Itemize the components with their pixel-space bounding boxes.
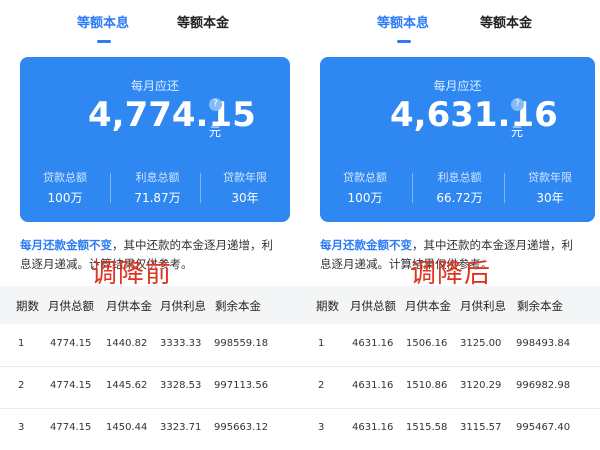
stat-loan-total: 贷款总额 100万 [325, 169, 405, 209]
panel-before: 等额本息 等额本金 每月应还 4,774.15 ? 元 贷款总额 100万 利息… [0, 0, 300, 450]
table-row: 3 4631.16 1515.58 3115.57 995467.40 [300, 408, 600, 450]
notice-highlight: 每月还款金额不变 [320, 238, 412, 252]
cell-total: 4631.16 [352, 338, 394, 349]
stat-value: 30年 [231, 191, 259, 205]
cell-total: 4774.15 [50, 422, 92, 433]
overlay-label-before: 调降前 [91, 259, 173, 289]
table-header: 期数 月供总额 月供本金 月供利息 剩余本金 [300, 286, 600, 324]
cell-principal: 1515.58 [406, 422, 448, 433]
stat-divider [110, 173, 111, 203]
monthly-payment-card: 每月应还 4,631.16 ? 元 贷款总额 100万 利息总额 66.72万 … [320, 57, 595, 222]
monthly-payment-label: 每月应还 [433, 79, 482, 93]
stat-label: 贷款总额 [343, 171, 387, 184]
currency-unit: 元 [209, 125, 222, 139]
stat-divider [200, 173, 201, 203]
col-payment-principal: 月供本金 [106, 299, 152, 313]
notice-highlight: 每月还款金额不变 [20, 238, 112, 252]
cell-interest: 3328.53 [160, 380, 202, 391]
cell-interest: 3333.33 [160, 338, 202, 349]
repayment-tabs: 等额本息 等额本金 [0, 0, 300, 48]
overlay-label-after: 调降后 [410, 259, 492, 289]
table-row: 3 4774.15 1450.44 3323.71 995663.12 [0, 408, 300, 450]
col-payment-total: 月供总额 [350, 299, 396, 313]
stat-value: 71.87万 [134, 191, 181, 205]
cell-principal: 1445.62 [106, 380, 148, 391]
active-tab-indicator [397, 40, 411, 43]
repayment-tabs: 等额本息 等额本金 [300, 0, 600, 48]
monthly-payment-card: 每月应还 4,774.15 ? 元 贷款总额 100万 利息总额 71.87万 … [20, 57, 290, 222]
monthly-payment-amount: 4,774.15 [88, 95, 256, 135]
table-row: 1 4774.15 1440.82 3333.33 998559.18 [0, 324, 300, 368]
cell-interest: 3115.57 [460, 422, 502, 433]
cell-remaining: 996982.98 [516, 380, 571, 391]
notice-text: ，其中还款的本金逐月递增，利 [112, 238, 273, 252]
col-remaining-principal: 剩余本金 [517, 299, 563, 313]
stat-label: 贷款年限 [528, 171, 572, 184]
help-icon[interactable]: ? [511, 98, 524, 111]
cell-period: 2 [318, 380, 325, 391]
cell-remaining: 995663.12 [214, 422, 269, 433]
table-header: 期数 月供总额 月供本金 月供利息 剩余本金 [0, 286, 300, 324]
monthly-payment-amount: 4,631.16 [390, 95, 558, 135]
cell-remaining: 995467.40 [516, 422, 571, 433]
cell-remaining: 998559.18 [214, 338, 269, 349]
stat-interest-total: 利息总额 66.72万 [417, 169, 502, 209]
tab-equal-principal[interactable]: 等额本金 [480, 12, 532, 31]
cell-interest: 3323.71 [160, 422, 202, 433]
stat-divider [412, 173, 413, 203]
stat-divider [504, 173, 505, 203]
cell-principal: 1510.86 [406, 380, 448, 391]
col-period: 期数 [316, 299, 339, 313]
cell-period: 1 [318, 338, 325, 349]
stat-label: 利息总额 [437, 171, 482, 184]
notice-text: ，其中还款的本金逐月递增，利 [412, 238, 573, 252]
cell-period: 3 [18, 422, 25, 433]
active-tab-indicator [97, 40, 111, 43]
table-row: 2 4631.16 1510.86 3120.29 996982.98 [300, 366, 600, 410]
cell-total: 4774.15 [50, 338, 92, 349]
cell-remaining: 997113.56 [214, 380, 269, 391]
cell-principal: 1506.16 [406, 338, 448, 349]
cell-period: 2 [18, 380, 25, 391]
cell-total: 4774.15 [50, 380, 92, 391]
stat-label: 贷款年限 [223, 171, 267, 184]
loan-stats: 贷款总额 100万 利息总额 66.72万 贷款年限 30年 [320, 169, 595, 209]
tab-equal-installment[interactable]: 等额本息 [377, 12, 429, 31]
cell-remaining: 998493.84 [516, 338, 571, 349]
stat-loan-term: 贷款年限 30年 [509, 169, 591, 209]
stat-value: 66.72万 [436, 191, 483, 205]
cell-period: 3 [318, 422, 325, 433]
col-payment-interest: 月供利息 [460, 299, 506, 313]
table-row: 2 4774.15 1445.62 3328.53 997113.56 [0, 366, 300, 410]
tab-equal-principal[interactable]: 等额本金 [177, 12, 229, 31]
stat-loan-term: 贷款年限 30年 [205, 169, 285, 209]
col-payment-principal: 月供本金 [405, 299, 451, 313]
stat-label: 利息总额 [135, 171, 180, 184]
cell-total: 4631.16 [352, 380, 394, 391]
col-payment-total: 月供总额 [48, 299, 94, 313]
table-row: 1 4631.16 1506.16 3125.00 998493.84 [300, 324, 600, 368]
stat-value: 100万 [47, 191, 83, 205]
cell-interest: 3120.29 [460, 380, 502, 391]
loan-stats: 贷款总额 100万 利息总额 71.87万 贷款年限 30年 [20, 169, 290, 209]
tab-equal-installment[interactable]: 等额本息 [77, 12, 129, 31]
stat-label: 贷款总额 [43, 171, 87, 184]
monthly-payment-label: 每月应还 [130, 79, 179, 93]
cell-period: 1 [18, 338, 25, 349]
cell-principal: 1450.44 [106, 422, 148, 433]
col-remaining-principal: 剩余本金 [215, 299, 261, 313]
currency-unit: 元 [511, 125, 524, 139]
col-payment-interest: 月供利息 [160, 299, 206, 313]
panel-after: 等额本息 等额本金 每月应还 4,631.16 ? 元 贷款总额 100万 利息… [300, 0, 600, 450]
stat-loan-total: 贷款总额 100万 [25, 169, 105, 209]
stat-value: 100万 [347, 191, 383, 205]
col-period: 期数 [16, 299, 39, 313]
cell-principal: 1440.82 [106, 338, 148, 349]
help-icon[interactable]: ? [209, 98, 222, 111]
cell-interest: 3125.00 [460, 338, 502, 349]
cell-total: 4631.16 [352, 422, 394, 433]
stat-interest-total: 利息总额 71.87万 [115, 169, 200, 209]
stat-value: 30年 [536, 191, 564, 205]
